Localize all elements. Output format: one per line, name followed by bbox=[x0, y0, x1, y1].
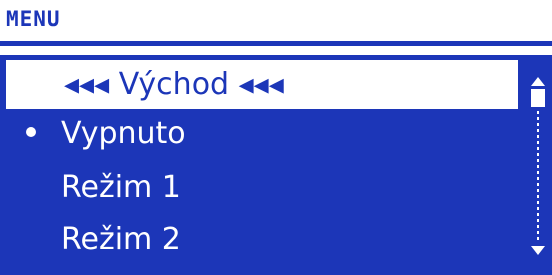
menu-item-mode-2[interactable]: Režim 2 bbox=[6, 215, 518, 264]
scroll-up-arrow-icon[interactable] bbox=[531, 77, 545, 86]
page-title: MENU bbox=[6, 7, 61, 31]
header-divider bbox=[0, 41, 552, 46]
menu-item-mode-1[interactable]: Režim 1 bbox=[6, 163, 518, 212]
menu-item-label: Režim 1 bbox=[61, 170, 181, 205]
menu-item-label: ◂◂◂ Východ ◂◂◂ bbox=[64, 67, 284, 102]
scroll-thumb[interactable] bbox=[531, 89, 545, 107]
menu-item-label: Režim 2 bbox=[61, 222, 181, 257]
menu-item-label: Vypnuto bbox=[61, 116, 186, 151]
menu-item-exit[interactable]: ◂◂◂ Východ ◂◂◂ bbox=[6, 60, 518, 109]
scrollbar[interactable] bbox=[527, 55, 549, 275]
scroll-track[interactable] bbox=[537, 111, 539, 242]
scroll-down-arrow-icon[interactable] bbox=[531, 246, 545, 255]
menu-item-off[interactable]: Vypnuto bbox=[6, 109, 518, 158]
menu-list: ◂◂◂ Východ ◂◂◂ Vypnuto Režim 1 Režim 2 bbox=[0, 55, 552, 275]
bullet-icon bbox=[26, 127, 36, 137]
lcd-screen: MENU ◂◂◂ Východ ◂◂◂ Vypnuto Režim 1 Reži… bbox=[0, 0, 552, 275]
